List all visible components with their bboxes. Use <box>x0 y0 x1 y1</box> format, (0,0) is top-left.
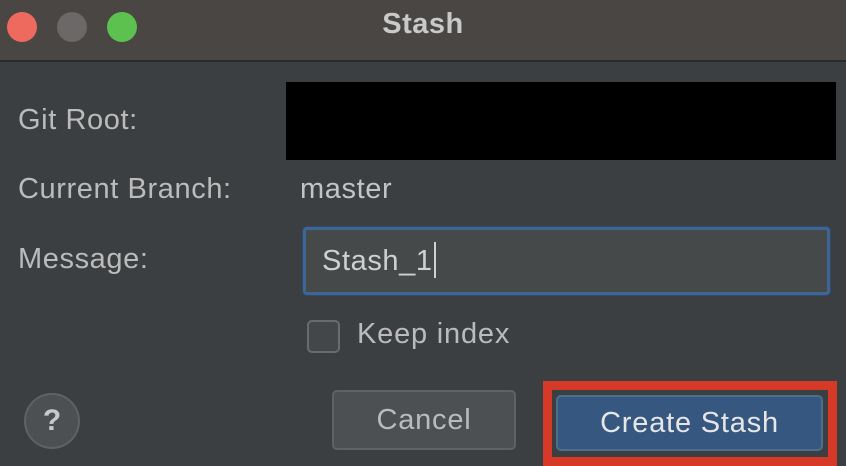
message-input-value: Stash_1 <box>322 245 433 277</box>
current-branch-value: master <box>300 173 393 205</box>
help-button[interactable]: ? <box>24 393 80 449</box>
keep-index-label[interactable]: Keep index <box>357 318 510 351</box>
dialog-title: Stash <box>382 8 464 40</box>
title-bar: Stash <box>0 0 846 62</box>
text-caret <box>433 242 436 279</box>
keep-index-checkbox[interactable] <box>307 320 340 353</box>
git-root-label: Git Root: <box>18 104 138 136</box>
create-stash-button[interactable]: Create Stash <box>556 395 823 451</box>
message-input[interactable]: Stash_1 <box>303 227 830 295</box>
cancel-button[interactable]: Cancel <box>332 390 516 450</box>
git-root-value-redacted <box>286 82 836 160</box>
current-branch-label: Current Branch: <box>18 173 232 205</box>
message-label: Message: <box>18 243 149 275</box>
stash-dialog: Stash Git Root: Current Branch: master M… <box>0 0 846 466</box>
